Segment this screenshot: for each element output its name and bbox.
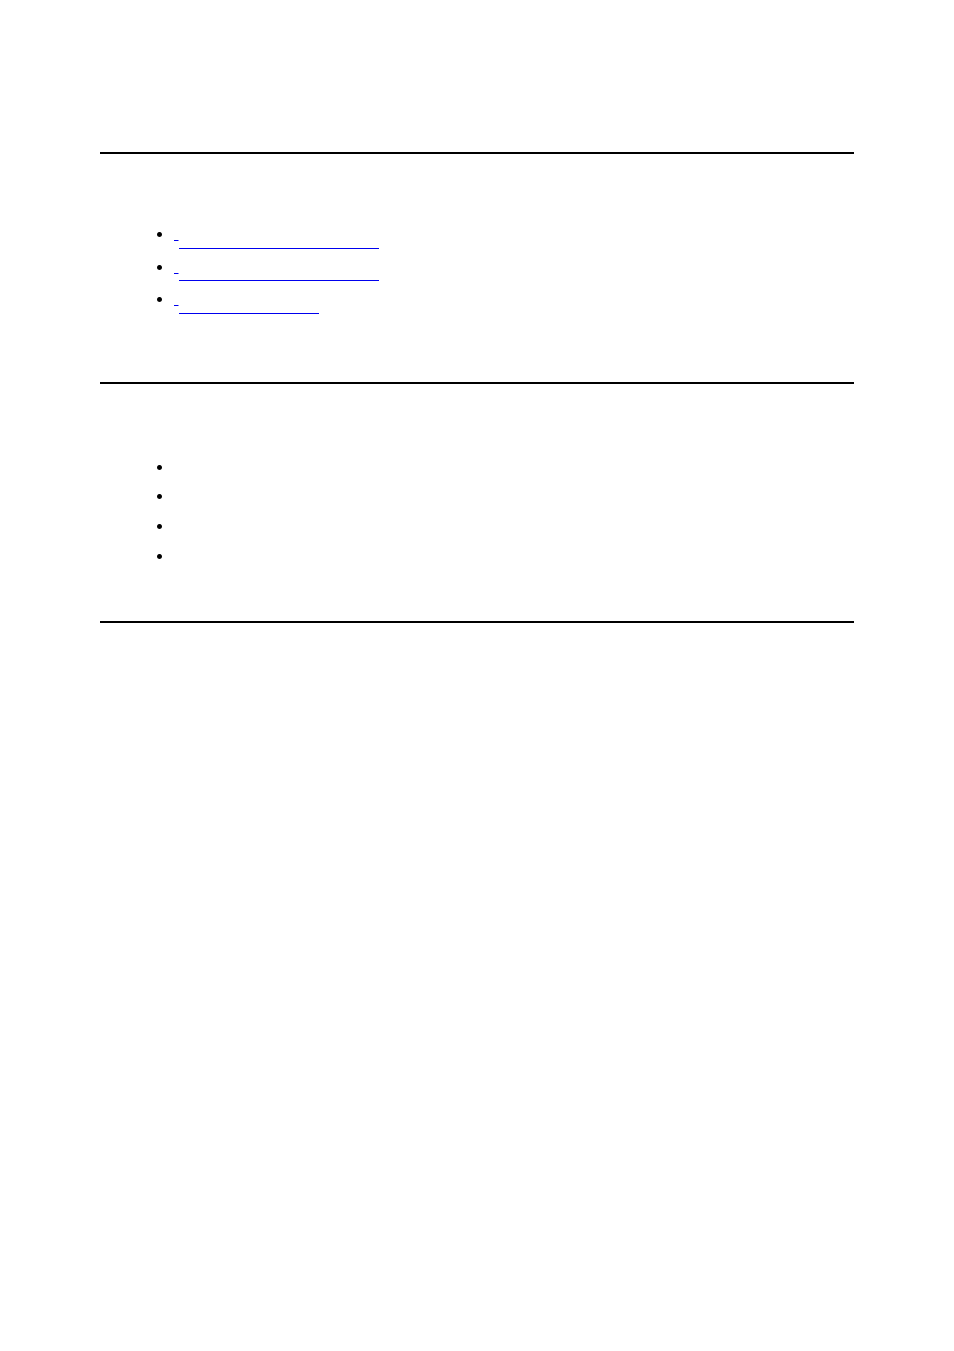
list-item <box>174 218 854 249</box>
list-item <box>174 541 854 571</box>
trailing-section <box>100 623 854 633</box>
top-spacer <box>100 100 854 152</box>
list-item <box>174 283 854 314</box>
link-2[interactable] <box>174 256 179 276</box>
section-padding <box>100 178 854 218</box>
section-padding <box>100 316 854 352</box>
list-item <box>174 511 854 541</box>
link-3[interactable] <box>174 288 179 308</box>
link-underline-2[interactable] <box>179 280 379 281</box>
bullet-list <box>174 452 854 571</box>
bullets-section <box>100 384 854 621</box>
links-section <box>100 154 854 382</box>
section-padding <box>100 571 854 597</box>
page-content <box>100 100 854 633</box>
list-item <box>174 452 854 482</box>
link-underline-3[interactable] <box>179 313 319 314</box>
list-item <box>174 481 854 511</box>
link-1[interactable] <box>174 223 179 243</box>
list-item <box>174 251 854 282</box>
link-list <box>174 218 854 314</box>
link-underline-1[interactable] <box>179 248 379 249</box>
